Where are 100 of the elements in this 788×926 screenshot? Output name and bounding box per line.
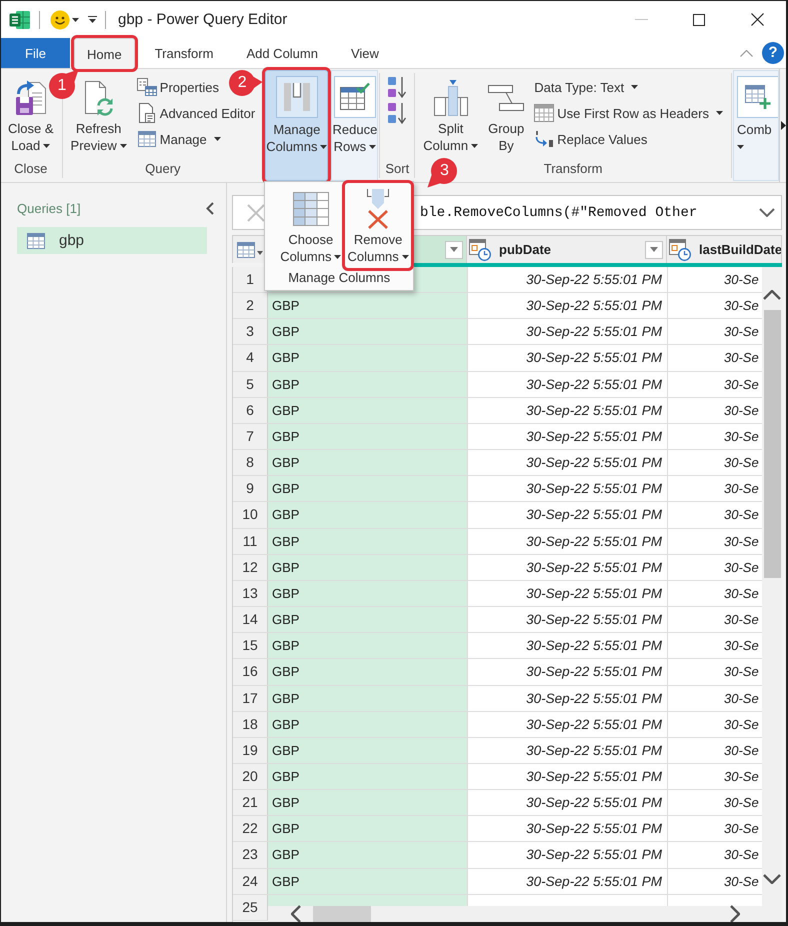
table-cell: 30-Sep-22 5:55:01 PM	[468, 319, 668, 344]
smiley-icon[interactable]	[50, 10, 70, 30]
table-cell-text: 30-Se	[723, 637, 760, 656]
ribbon-tab[interactable]: Home	[74, 38, 135, 69]
table-cell: GBP	[268, 686, 468, 711]
table-cell: 30-Sep-22 5:55:01 PM	[468, 372, 668, 397]
table-cell: 30-Sep-22 5:55:01 PM	[468, 607, 668, 632]
ribbon-small-button[interactable]: Data Type: Text	[531, 74, 642, 100]
table-cell: 30-Sep-22 5:55:01 PM	[468, 424, 668, 450]
table-cell: GBP	[268, 842, 468, 868]
close-icon	[750, 13, 764, 26]
table-cell: 30-Sep-22 5:55:01 PM	[468, 398, 668, 423]
row-number: 18	[233, 712, 268, 737]
table-cell-text: 30-Se	[723, 271, 760, 289]
table-cell: 30-Sep-22 5:55:01 PM	[468, 476, 668, 502]
row-number: 19	[233, 738, 268, 763]
expand-formula-button[interactable]	[759, 208, 775, 217]
table-cell: GBP	[268, 528, 468, 554]
ribbon-tab[interactable]: View	[338, 38, 392, 68]
row-number: 14	[233, 607, 268, 632]
table-check-icon	[340, 83, 370, 111]
table-cell-text: 30-Se	[723, 532, 760, 551]
table-cell: 30-Sep-22 5:55:01 PM	[468, 868, 668, 894]
table-cell: 30-Sep-22 5:55:01 PM	[468, 764, 668, 790]
table-cell: 30-Sep-22 5:55:01 PM	[468, 580, 668, 606]
table-cell: 30-Sep-22 5:55:01 PM	[468, 345, 668, 371]
chevron-down-icon	[759, 208, 775, 217]
column-filter-button[interactable]	[645, 240, 663, 258]
table-cell-text: 30-Se	[723, 584, 760, 603]
minimize-icon	[634, 19, 648, 20]
table-cell: 30-Sep-22 5:55:01 PM	[468, 659, 668, 684]
ribbon-scroll-button[interactable]	[779, 69, 786, 182]
chevron-down-icon	[763, 874, 781, 884]
table-icon	[27, 232, 45, 248]
table-cell: GBP	[268, 738, 468, 763]
menu-group-label: Manage Columns	[288, 269, 390, 287]
row-number: 5	[233, 372, 268, 397]
ribbon-small-button[interactable]: Use First Row as Headers	[531, 100, 726, 126]
calendar-clock-icon	[669, 238, 691, 260]
ribbon-tab[interactable]: Add Column	[233, 38, 331, 68]
table-cell-text: 30-Se	[723, 349, 760, 368]
table-cell-text: 30-Se	[723, 611, 760, 630]
replace-arrow-icon	[533, 130, 556, 148]
window-title: gbp - Power Query Editor	[118, 11, 288, 28]
refresh-page-icon	[84, 80, 114, 116]
row-number: 10	[233, 502, 268, 528]
help-button[interactable]: ?	[762, 42, 784, 64]
row-number: 17	[233, 686, 268, 711]
split-column-icon	[434, 80, 468, 116]
linked-boxes-icon	[488, 84, 524, 110]
table-cell: GBP	[268, 398, 468, 423]
scroll-thumb[interactable]	[764, 310, 780, 578]
table-cell-text: 30-Se	[723, 768, 760, 786]
ribbon-tab[interactable]: File	[1, 38, 70, 68]
table-cell: 30-Sep-22 5:55:01 PM	[468, 738, 668, 763]
customize-icon[interactable]	[88, 16, 97, 23]
column-filter-button[interactable]	[445, 240, 463, 258]
table-cell: 30-Sep-22 5:55:01 PM	[468, 293, 668, 318]
table-cell-text: 30-Se	[723, 558, 760, 577]
ribbon-small-button[interactable]: Advanced Editor	[134, 100, 258, 126]
row-number: 21	[233, 790, 268, 816]
table-cell-text: 30-Se	[723, 742, 760, 760]
calendar-clock-icon	[469, 238, 491, 260]
ribbon-button[interactable]: Reduce Rows	[331, 70, 378, 181]
formula-input[interactable]: ble.RemoveColumns(#"Removed Other	[420, 204, 698, 220]
row-number: 16	[233, 659, 268, 684]
table-cell: GBP	[268, 816, 468, 842]
ribbon-button[interactable]: Split Column	[420, 74, 482, 155]
table-cell: GBP	[268, 868, 468, 894]
ribbon-small-button[interactable]: Properties	[134, 74, 222, 100]
caret-icon[interactable]	[72, 18, 79, 22]
menu-button[interactable]: Choose Columns	[278, 183, 344, 268]
properties-list-icon	[136, 78, 157, 96]
group-label: Sort	[385, 160, 410, 178]
table-cell: 30-Sep-22 5:55:01 PM	[468, 267, 668, 292]
table-cell: GBP	[268, 424, 468, 450]
table-cell: 30-Sep-22 5:55:01 PM	[468, 528, 668, 554]
collapse-pane-button[interactable]	[206, 202, 214, 214]
triangle-right-icon	[780, 121, 786, 130]
row-number: 8	[233, 450, 268, 476]
ribbon-button[interactable]: Group By	[485, 74, 528, 155]
table-columns-icon	[292, 192, 329, 226]
group-label: Close	[14, 160, 48, 178]
ribbon-tab[interactable]: Transform	[142, 38, 226, 68]
ribbon-small-button[interactable]: Replace Values	[531, 126, 650, 152]
table-cell: GBP	[268, 764, 468, 790]
row-number: 24	[233, 868, 268, 894]
scroll-thumb[interactable]	[313, 906, 371, 922]
ribbon-small-button[interactable]: Manage	[134, 126, 224, 152]
table-cell: GBP	[268, 712, 468, 737]
ribbon-button[interactable]: Comb	[732, 70, 779, 181]
row-number: 11	[233, 528, 268, 554]
chevron-left-icon	[206, 202, 214, 214]
table-cell: GBP	[268, 476, 468, 502]
table-cell-text: 30-Se	[723, 454, 760, 472]
query-item[interactable]: gbp	[17, 227, 207, 254]
ribbon-button[interactable]: Manage Columns	[265, 70, 328, 181]
table-cell: GBP	[268, 554, 468, 580]
table-cell: GBP	[268, 790, 468, 816]
menu-button[interactable]: Remove Columns	[345, 183, 411, 268]
